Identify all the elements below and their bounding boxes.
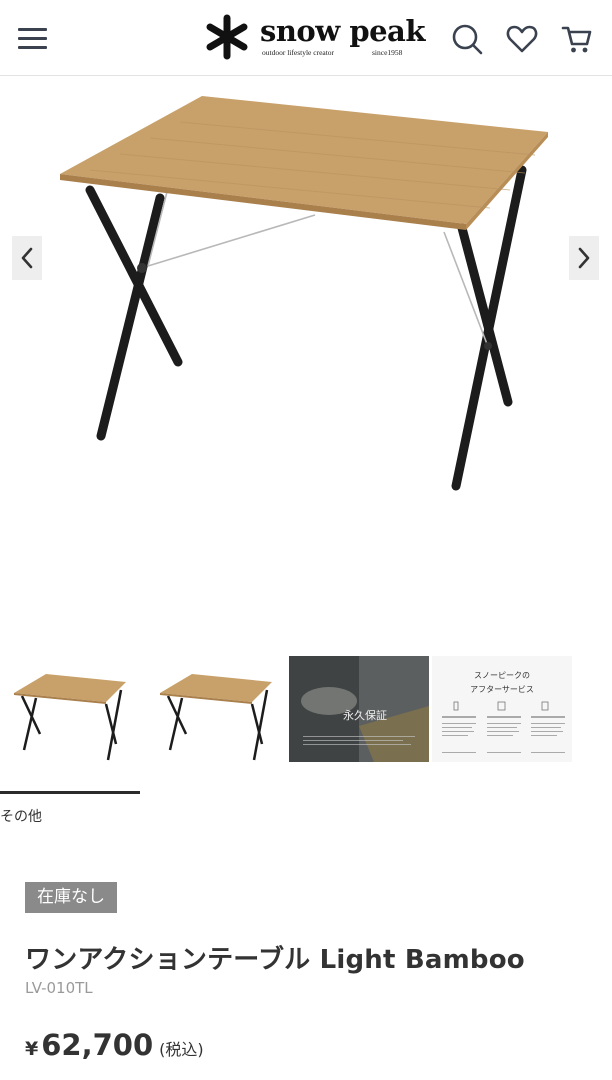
price-currency: ¥: [25, 1038, 39, 1060]
product-title: ワンアクションテーブル Light Bamboo: [25, 945, 525, 975]
next-image-button[interactable]: [569, 236, 599, 280]
chevron-left-icon: [21, 247, 33, 269]
site-header: snow peak outdoor lifestyle creator sinc…: [0, 0, 612, 76]
after-service-title-1: スノーピークの: [474, 671, 530, 680]
stock-status-badge: 在庫なし: [25, 882, 117, 913]
prev-image-button[interactable]: [12, 236, 42, 280]
selected-thumbnail-indicator: [0, 791, 140, 794]
snowflake-logo-icon: [206, 14, 248, 60]
cart-icon[interactable]: [560, 22, 594, 56]
brand-since: since1958: [372, 48, 403, 57]
product-code: LV-010TL: [25, 979, 93, 997]
thumbnail-table-1[interactable]: [0, 656, 140, 762]
thumbnail-table-2[interactable]: [146, 656, 286, 762]
thumbnail-after-service[interactable]: スノーピークの アフターサービス: [432, 656, 572, 762]
thumbnail-strip: 永久保証 スノーピークの アフターサービス: [0, 656, 612, 766]
price-tax-note: (税込): [159, 1040, 204, 1059]
brand-tagline: outdoor lifestyle creator: [262, 48, 335, 57]
warranty-thumb-text: 永久保証: [343, 708, 387, 722]
thumbnail-warranty[interactable]: 永久保証: [289, 656, 429, 762]
heart-icon[interactable]: [505, 22, 539, 56]
chevron-right-icon: [578, 247, 590, 269]
brand-logo[interactable]: snow peak outdoor lifestyle creator sinc…: [202, 12, 425, 64]
menu-icon[interactable]: [18, 26, 48, 52]
product-main-image[interactable]: [0, 78, 612, 638]
thumbnail-caption: その他: [0, 809, 42, 825]
price-row: ¥62,700 (税込): [25, 1028, 204, 1062]
after-service-title-2: アフターサービス: [470, 685, 534, 694]
price-amount: 62,700: [41, 1028, 154, 1062]
search-icon[interactable]: [450, 22, 484, 56]
brand-name: snow peak: [260, 14, 425, 48]
